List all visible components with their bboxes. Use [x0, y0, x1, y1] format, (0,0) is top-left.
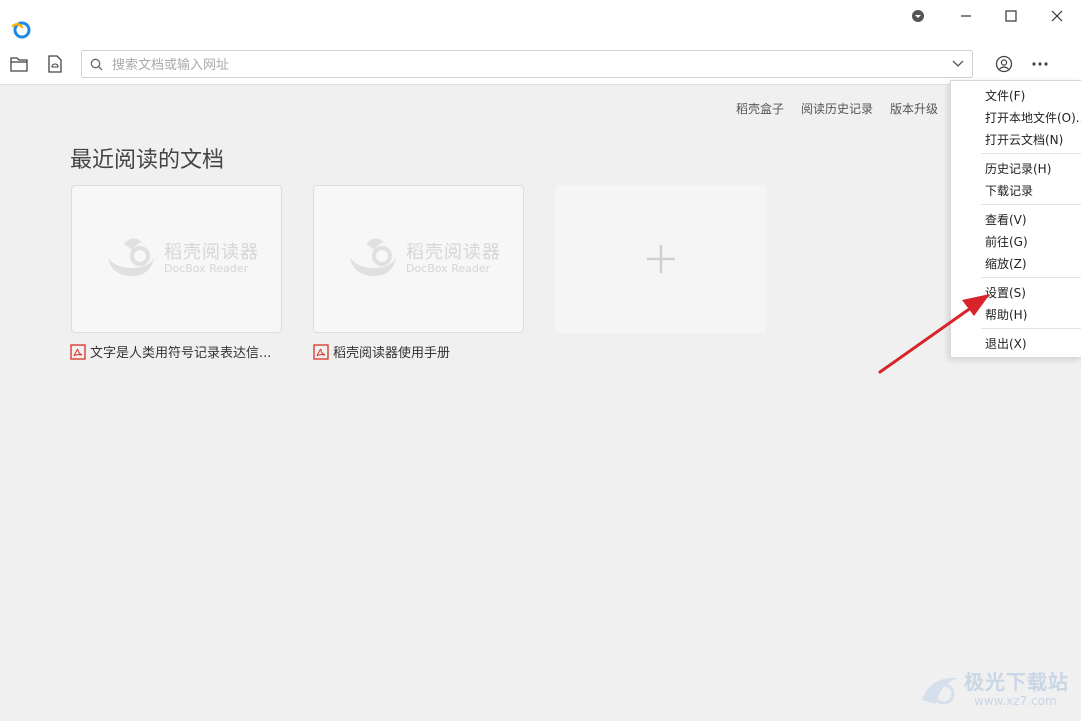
docbox-logo-icon: [350, 238, 396, 276]
pdf-icon: [70, 343, 86, 360]
dropdown-circle-button[interactable]: [895, 0, 941, 32]
minimize-icon: [961, 15, 971, 17]
more-menu-button[interactable]: [1029, 53, 1051, 75]
doc-title[interactable]: 稻壳阅读器使用手册: [313, 342, 450, 361]
doc-title-text: 稻壳阅读器使用手册: [333, 346, 451, 361]
link-version-upgrade[interactable]: 版本升级: [890, 100, 938, 117]
menu-item-zoom[interactable]: 缩放(Z): [985, 255, 1027, 272]
app-logo-icon: [11, 21, 31, 39]
menu-separator: [981, 204, 1081, 205]
menu-item-open-cloud[interactable]: 打开云文档(N): [985, 131, 1063, 148]
doc-title-text: 文字是人类用符号记录表达信...: [90, 346, 272, 361]
menu-item-help[interactable]: 帮助(H): [985, 306, 1027, 323]
link-docbox[interactable]: 稻壳盒子: [736, 100, 784, 117]
close-button[interactable]: [1034, 0, 1080, 32]
menu-separator: [981, 328, 1081, 329]
watermark-title: 稻壳阅读器: [164, 242, 259, 263]
menu-separator: [981, 153, 1081, 154]
minimize-button[interactable]: [943, 0, 989, 32]
page-title: 最近阅读的文档: [70, 148, 225, 173]
maximize-icon: [1005, 10, 1017, 22]
menu-separator: [981, 277, 1081, 278]
menu-item-exit[interactable]: 退出(X): [985, 335, 1027, 352]
menu-item-goto[interactable]: 前往(G): [985, 233, 1028, 250]
top-links: 稻壳盒子 阅读历史记录 版本升级: [736, 100, 955, 117]
menu-item-view[interactable]: 查看(V): [985, 211, 1027, 228]
add-document-card[interactable]: [555, 185, 766, 333]
watermark-subtitle: DocBox Reader: [164, 262, 249, 275]
menu-item-open-local[interactable]: 打开本地文件(O)...: [985, 109, 1081, 126]
cloud-doc-icon: [48, 55, 62, 73]
watermark-title: 稻壳阅读器: [406, 242, 501, 263]
doc-card[interactable]: 稻壳阅读器 DocBox Reader: [71, 185, 282, 333]
menu-item-settings[interactable]: 设置(S): [985, 284, 1026, 301]
more-menu: 文件(F) 打开本地文件(O)... 打开云文档(N) 历史记录(H) 下载记录…: [950, 80, 1081, 358]
close-icon: [1051, 10, 1063, 22]
watermark-brand-url: www.xz7.com: [974, 694, 1057, 708]
search-bar[interactable]: [81, 50, 973, 78]
pdf-icon: [313, 343, 329, 360]
search-icon: [90, 58, 103, 71]
doc-title[interactable]: 文字是人类用符号记录表达信...: [70, 342, 271, 361]
brand-logo-icon: [922, 677, 958, 705]
user-icon: [995, 55, 1013, 73]
cloud-doc-button[interactable]: [44, 53, 66, 75]
menu-item-downloads[interactable]: 下载记录: [985, 182, 1033, 199]
watermark-subtitle: DocBox Reader: [406, 262, 491, 275]
site-watermark: 极光下载站 www.xz7.com: [918, 664, 1078, 716]
more-icon: [1032, 62, 1048, 66]
plus-icon: [647, 245, 675, 273]
docbox-logo-icon: [108, 238, 154, 276]
search-input[interactable]: [110, 54, 944, 76]
chevron-down-icon[interactable]: [952, 59, 964, 69]
menu-item-file[interactable]: 文件(F): [985, 87, 1025, 104]
maximize-button[interactable]: [988, 0, 1034, 32]
open-folder-button[interactable]: [8, 53, 30, 75]
toolbar: [0, 44, 1081, 85]
link-reading-history[interactable]: 阅读历史记录: [801, 100, 873, 117]
menu-item-history[interactable]: 历史记录(H): [985, 160, 1051, 177]
card-watermark: 稻壳阅读器 DocBox Reader: [102, 234, 262, 284]
folder-icon: [10, 57, 28, 72]
title-bar: [0, 0, 1081, 44]
card-watermark: 稻壳阅读器 DocBox Reader: [344, 234, 504, 284]
watermark-brand-name: 极光下载站: [964, 670, 1069, 694]
doc-card[interactable]: 稻壳阅读器 DocBox Reader: [313, 185, 524, 333]
dropdown-circle-icon: [912, 10, 924, 22]
user-button[interactable]: [993, 53, 1015, 75]
